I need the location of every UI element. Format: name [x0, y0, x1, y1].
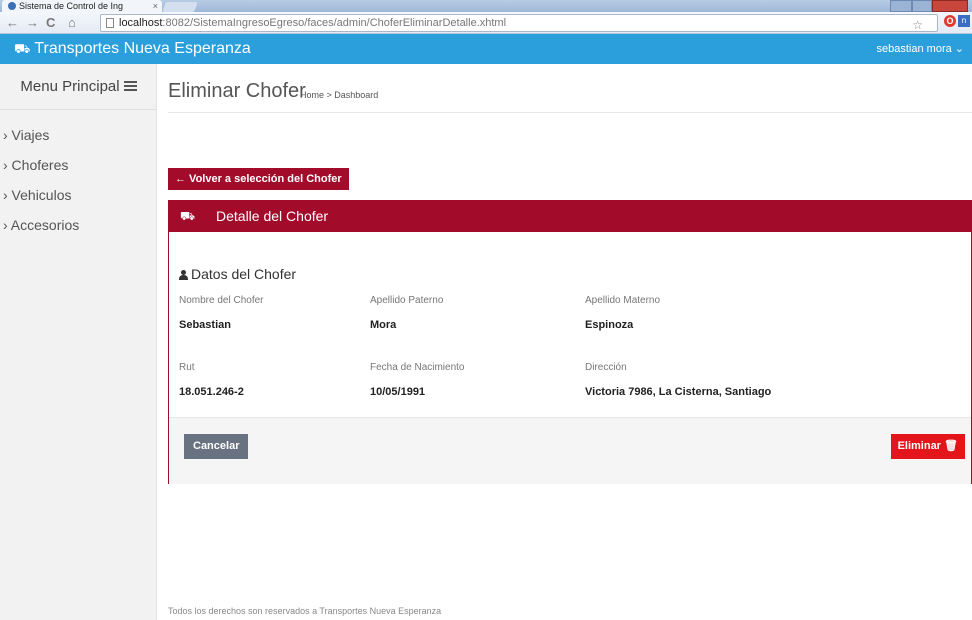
tab-close-icon[interactable]: ×	[153, 0, 158, 12]
field-value-apellido-paterno: Mora	[370, 319, 397, 331]
extension-icon[interactable]: n	[958, 15, 970, 27]
home-icon[interactable]: ⌂	[68, 15, 76, 31]
page-title: Eliminar Chofer	[168, 80, 306, 102]
page-icon	[106, 18, 114, 28]
panel-header: ⛟ Detalle del Chofer	[169, 201, 971, 232]
back-arrow-icon[interactable]: ←	[6, 15, 19, 31]
favicon-icon	[8, 2, 16, 10]
field-label-apellido-materno: Apellido Materno	[585, 295, 661, 306]
url-path: :8082/SistemaIngresoEgreso/faces/admin/C…	[162, 17, 507, 29]
panel-footer: Cancelar Eliminar 🗑	[169, 417, 971, 484]
opera-extension-icon[interactable]: O	[944, 15, 956, 27]
sidebar-item-accesorios[interactable]: › Accesorios	[0, 210, 157, 240]
panel-title: Detalle del Chofer	[216, 208, 329, 224]
breadcrumb[interactable]: Home > Dashboard	[300, 90, 378, 100]
new-tab-button[interactable]	[162, 2, 198, 12]
sidebar-menu: › Viajes › Choferes › Vehiculos › Acceso…	[0, 120, 157, 240]
back-to-selection-button[interactable]: ← Volver a selección del Chofer	[168, 168, 349, 190]
reload-icon[interactable]: C	[46, 15, 55, 31]
field-label-nombre: Nombre del Chofer	[179, 295, 264, 306]
field-value-apellido-materno: Espinoza	[585, 319, 634, 331]
browser-tabstrip: Sistema de Control de Ing ×	[0, 0, 972, 12]
app-header: ⛟ Transportes Nueva Esperanza sebastian m…	[0, 34, 972, 64]
menu-icon	[123, 81, 137, 91]
brand[interactable]: ⛟ Transportes Nueva Esperanza	[14, 34, 251, 64]
title-divider	[168, 112, 972, 113]
truck-icon: ⛟	[14, 41, 31, 56]
user-icon	[179, 270, 188, 280]
field-label-apellido-paterno: Apellido Paterno	[370, 295, 444, 306]
tab-title: Sistema de Control de Ing	[19, 1, 124, 11]
field-label-rut: Rut	[179, 362, 195, 373]
page-footer: Todos los derechos son reservados a Tran…	[168, 606, 442, 616]
user-menu[interactable]: sebastian mora ⌄	[877, 34, 964, 64]
sidebar: Menu Principal › Viajes › Choferes › Veh…	[0, 64, 157, 620]
sidebar-title-text: Menu Principal	[20, 78, 120, 95]
sidebar-item-vehiculos[interactable]: › Vehiculos	[0, 180, 157, 210]
driver-detail-panel: ⛟ Detalle del Chofer Datos del Chofer No…	[168, 200, 972, 484]
field-value-rut: 18.051.246-2	[179, 386, 244, 398]
field-value-direccion: Victoria 7986, La Cisterna, Santiago	[585, 386, 772, 398]
maximize-button[interactable]	[912, 0, 932, 12]
field-label-fecha-nacimiento: Fecha de Nacimiento	[370, 362, 465, 373]
close-window-button[interactable]	[932, 0, 968, 12]
sidebar-title: Menu Principal	[0, 64, 157, 110]
brand-name: Transportes Nueva Esperanza	[34, 40, 251, 57]
sidebar-item-viajes[interactable]: › Viajes	[0, 120, 157, 150]
browser-toolbar: ← → C ⌂ localhost:8082/SistemaIngresoEgr…	[0, 12, 972, 34]
section-title-text: Datos del Chofer	[191, 266, 297, 282]
field-value-fecha-nacimiento: 10/05/1991	[370, 386, 426, 398]
truck-icon: ⛟	[180, 209, 196, 223]
delete-button[interactable]: Eliminar 🗑	[890, 434, 965, 459]
sidebar-item-choferes[interactable]: › Choferes	[0, 150, 157, 180]
forward-arrow-icon[interactable]: →	[26, 15, 39, 31]
section-title: Datos del Chofer	[179, 266, 296, 282]
window-controls	[890, 0, 968, 12]
bookmark-star-icon[interactable]: ☆	[912, 17, 923, 33]
minimize-button[interactable]	[890, 0, 912, 12]
url-host: localhost	[119, 17, 163, 29]
browser-tab[interactable]: Sistema de Control de Ing ×	[2, 0, 162, 12]
field-label-direccion: Dirección	[585, 362, 627, 373]
address-bar[interactable]: localhost:8082/SistemaIngresoEgreso/face…	[100, 14, 938, 32]
cancel-button[interactable]: Cancelar	[184, 434, 249, 459]
field-value-nombre: Sebastian	[179, 319, 231, 331]
